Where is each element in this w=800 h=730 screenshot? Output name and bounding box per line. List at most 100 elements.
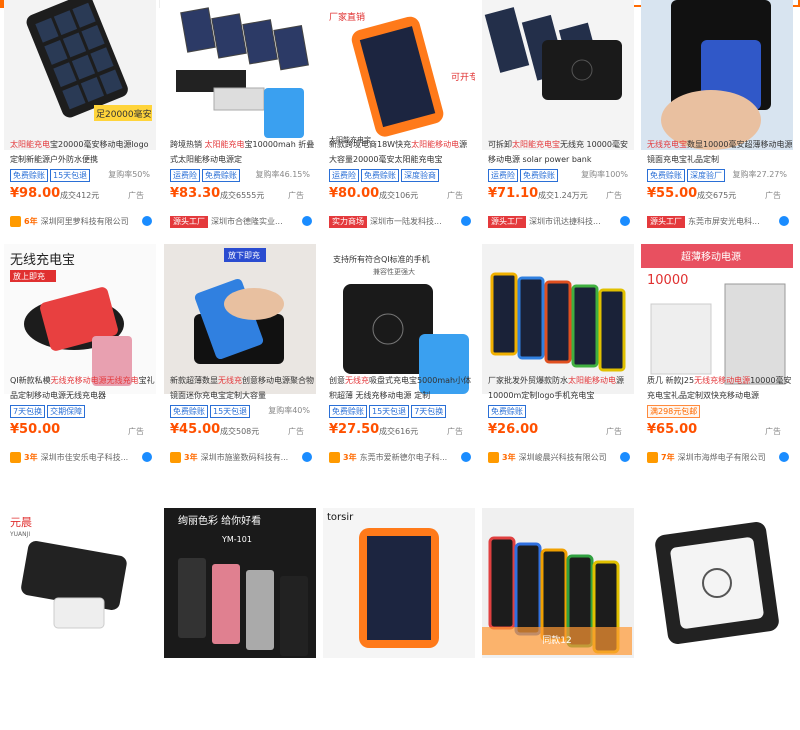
product-image[interactable]: 超薄移动电源 10000 bbox=[641, 244, 793, 394]
store-info[interactable]: 源头工厂 深圳市讯达捷科技... bbox=[488, 215, 628, 228]
chat-icon[interactable] bbox=[620, 452, 630, 462]
store-years: 3年 bbox=[184, 453, 198, 462]
product-card[interactable]: torsir bbox=[323, 508, 475, 730]
product-card[interactable]: 元晨 YUANJI bbox=[4, 508, 156, 730]
title-text: 创意 bbox=[329, 376, 345, 385]
chat-icon[interactable] bbox=[779, 452, 789, 462]
store-info[interactable]: 实力商场 深圳市一陆发科技... bbox=[329, 215, 469, 228]
product-image[interactable]: torsir bbox=[323, 508, 475, 658]
chat-icon[interactable] bbox=[461, 216, 471, 226]
store-info[interactable]: 源头工厂 深圳市合德隆实业... bbox=[170, 215, 310, 228]
product-title[interactable]: 质几 新款J25无线充移动电源10000毫安充电宝礼品定制双快充移动电源 bbox=[647, 373, 793, 403]
product-card[interactable]: 超薄移动电源 10000 质几 新款J25无线充移动电源10000毫安充电宝礼品定… bbox=[641, 244, 793, 466]
store-name[interactable]: 深圳市一陆发科技... bbox=[370, 216, 442, 227]
product-card[interactable]: 无线充电宝数显10000毫安超薄移动电源镜面充电宝礼品定制 免费赊账 深度验厂 复… bbox=[641, 0, 793, 230]
ad-label: 广告 bbox=[128, 427, 144, 436]
store-name[interactable]: 深圳市海烨电子有限公司 bbox=[678, 452, 766, 463]
product-image[interactable]: 绚丽色彩 给你好看 YM-101 bbox=[164, 508, 316, 658]
product-title[interactable]: 可拆卸太阳能充电宝无线充 10000毫安移动电源 solar power ban… bbox=[488, 137, 634, 167]
years-icon bbox=[647, 452, 658, 463]
store-info[interactable]: 源头工厂 东莞市屏安光电科... bbox=[647, 215, 787, 228]
store-info[interactable]: 3年 东莞市爱新德尔电子科... bbox=[329, 451, 469, 464]
img-caption: 超薄移动电源 bbox=[681, 250, 741, 263]
service-tag: 15天包退 bbox=[369, 405, 410, 418]
store-name[interactable]: 深圳市佳安乐电子科技... bbox=[41, 452, 129, 463]
product-image[interactable] bbox=[641, 508, 793, 658]
product-image[interactable]: 元晨 YUANJI bbox=[4, 508, 156, 658]
chat-icon[interactable] bbox=[620, 216, 630, 226]
chat-icon[interactable] bbox=[142, 452, 152, 462]
service-tags: 免费赊账 15天包退 7天包换 bbox=[329, 405, 447, 418]
title-text: 新款跨境电商18W快充 bbox=[329, 140, 412, 149]
service-tag: 免费赊账 bbox=[329, 405, 367, 418]
chat-icon[interactable] bbox=[302, 216, 312, 226]
product-card[interactable]: 绚丽色彩 给你好看 YM-101 bbox=[164, 508, 316, 730]
store-name[interactable]: 东莞市屏安光电科... bbox=[688, 216, 760, 227]
store-info[interactable]: 3年 深圳峻晨兴科技有限公司 bbox=[488, 451, 628, 464]
service-tags: 免费赊账 15天包退 bbox=[10, 169, 91, 182]
product-card[interactable]: 厂家批发外贸爆款防水太阳能移动电源10000m定制logo手机充电宝 免费赊账 … bbox=[482, 244, 634, 466]
title-highlight: 无线充 bbox=[218, 376, 242, 385]
product-title[interactable]: 太阳能充电宝20000毫安移动电源logo定制新能源户外防水便携 bbox=[10, 137, 156, 167]
product-image[interactable]: 厂家直销可开专票太阳能充电宝 bbox=[323, 0, 475, 150]
product-card[interactable]: 无线充电宝 放上即充 QI新款私模无线充移动电源无线充电宝礼品定制移动电源无线充电… bbox=[4, 244, 156, 466]
store-name[interactable]: 东莞市爱新德尔电子科... bbox=[360, 452, 448, 463]
store-years: 3年 bbox=[24, 453, 38, 462]
product-image[interactable] bbox=[641, 0, 793, 150]
product-title[interactable]: 厂家批发外贸爆款防水太阳能移动电源10000m定制logo手机充电宝 bbox=[488, 373, 634, 403]
store-info[interactable]: 3年 深圳市佳安乐电子科技... bbox=[10, 451, 150, 464]
ad-label: 广告 bbox=[606, 427, 622, 436]
product-image[interactable] bbox=[164, 0, 316, 150]
product-card[interactable] bbox=[482, 508, 634, 730]
chat-icon[interactable] bbox=[142, 216, 152, 226]
store-name[interactable]: 深圳市合德隆实业... bbox=[211, 216, 283, 227]
store-name[interactable]: 深圳峻晨兴科技有限公司 bbox=[519, 452, 607, 463]
product-image[interactable]: 无线充电宝 放上即充 bbox=[4, 244, 156, 394]
similar-items-overlay[interactable]: 同款12 bbox=[482, 627, 632, 655]
chat-icon[interactable] bbox=[302, 452, 312, 462]
sales-volume: 成交6555元 bbox=[220, 191, 265, 200]
store-info[interactable]: 7年 深圳市海烨电子有限公司 bbox=[647, 451, 787, 464]
product-image[interactable]: 放下即充 bbox=[164, 244, 316, 394]
product-card[interactable]: 足20000毫安 太阳能充电宝20000毫安移动电源logo定制新能源户外防水便… bbox=[4, 0, 156, 230]
store-info[interactable]: 6年 深圳阿里萝科技有限公司 bbox=[10, 215, 150, 228]
store-info[interactable]: 3年 深圳市施鉴数码科技有... bbox=[170, 451, 310, 464]
service-tags: 运费险 免费赊账 bbox=[488, 169, 558, 182]
product-card[interactable]: 跨境热销 太阳能充电宝10000mah 折叠式太阳能移动电源定 运费险 免费赊账 … bbox=[164, 0, 316, 230]
service-tag: 运费险 bbox=[170, 169, 200, 182]
sales-volume: 成交1.24万元 bbox=[538, 191, 588, 200]
product-title[interactable]: 创意无线充吸盘式充电宝5000mah小体积超薄 无线充移动电源 定制 bbox=[329, 373, 475, 403]
sales-volume: 成交675元 bbox=[697, 191, 737, 200]
img-caption: YUANJI bbox=[9, 531, 30, 538]
img-caption: 足20000毫安 bbox=[96, 108, 152, 120]
store-name[interactable]: 深圳阿里萝科技有限公司 bbox=[41, 216, 129, 227]
img-caption: 可开专票 bbox=[451, 71, 475, 83]
product-card[interactable]: 厂家直销可开专票太阳能充电宝 新款跨境电商18W快充太阳能移动电源大容量2000… bbox=[323, 0, 475, 230]
product-title[interactable]: 跨境热销 太阳能充电宝10000mah 折叠式太阳能移动电源定 bbox=[170, 137, 316, 167]
title-highlight: 无线充移动电源无线充电 bbox=[50, 376, 139, 385]
product-image[interactable]: 支持所有符合QI标准的手机 兼容性更强大 bbox=[323, 244, 475, 394]
service-tag: 15天包退 bbox=[210, 405, 251, 418]
title-highlight: 太阳能充电 bbox=[10, 140, 50, 149]
product-card[interactable]: 可拆卸太阳能充电宝无线充 10000毫安移动电源 solar power ban… bbox=[482, 0, 634, 230]
store-name[interactable]: 深圳市施鉴数码科技有... bbox=[201, 452, 289, 463]
product-title[interactable]: 新款跨境电商18W快充太阳能移动电源大容量20000毫安太阳能充电宝 bbox=[329, 137, 475, 167]
product-card[interactable]: 支持所有符合QI标准的手机 兼容性更强大 创意无线充吸盘式充电宝5000mah小体… bbox=[323, 244, 475, 466]
price: ¥71.10 bbox=[488, 186, 539, 201]
product-image[interactable] bbox=[482, 0, 634, 150]
product-image[interactable]: 足20000毫安 bbox=[4, 0, 156, 150]
store-name[interactable]: 深圳市讯达捷科技... bbox=[529, 216, 601, 227]
years-icon bbox=[170, 452, 181, 463]
chat-icon[interactable] bbox=[779, 216, 789, 226]
product-card[interactable] bbox=[641, 508, 793, 730]
chat-icon[interactable] bbox=[461, 452, 471, 462]
service-tags: 免费赊账 15天包退 bbox=[170, 405, 251, 418]
product-image[interactable] bbox=[482, 244, 634, 394]
product-card[interactable]: 放下即充 新款超薄数显无线充创意移动电源聚合物镜面迷你充电宝定制大容量 免费赊账… bbox=[164, 244, 316, 466]
product-title[interactable]: QI新款私模无线充移动电源无线充电宝礼品定制移动电源无线充电器 bbox=[10, 373, 156, 403]
price: ¥55.00 bbox=[647, 186, 698, 201]
product-title[interactable]: 新款超薄数显无线充创意移动电源聚合物镜面迷你充电宝定制大容量 bbox=[170, 373, 316, 403]
product-title[interactable]: 无线充电宝数显10000毫安超薄移动电源镜面充电宝礼品定制 bbox=[647, 137, 793, 167]
service-tags: 免费赊账 bbox=[488, 405, 526, 418]
years-icon bbox=[488, 452, 499, 463]
